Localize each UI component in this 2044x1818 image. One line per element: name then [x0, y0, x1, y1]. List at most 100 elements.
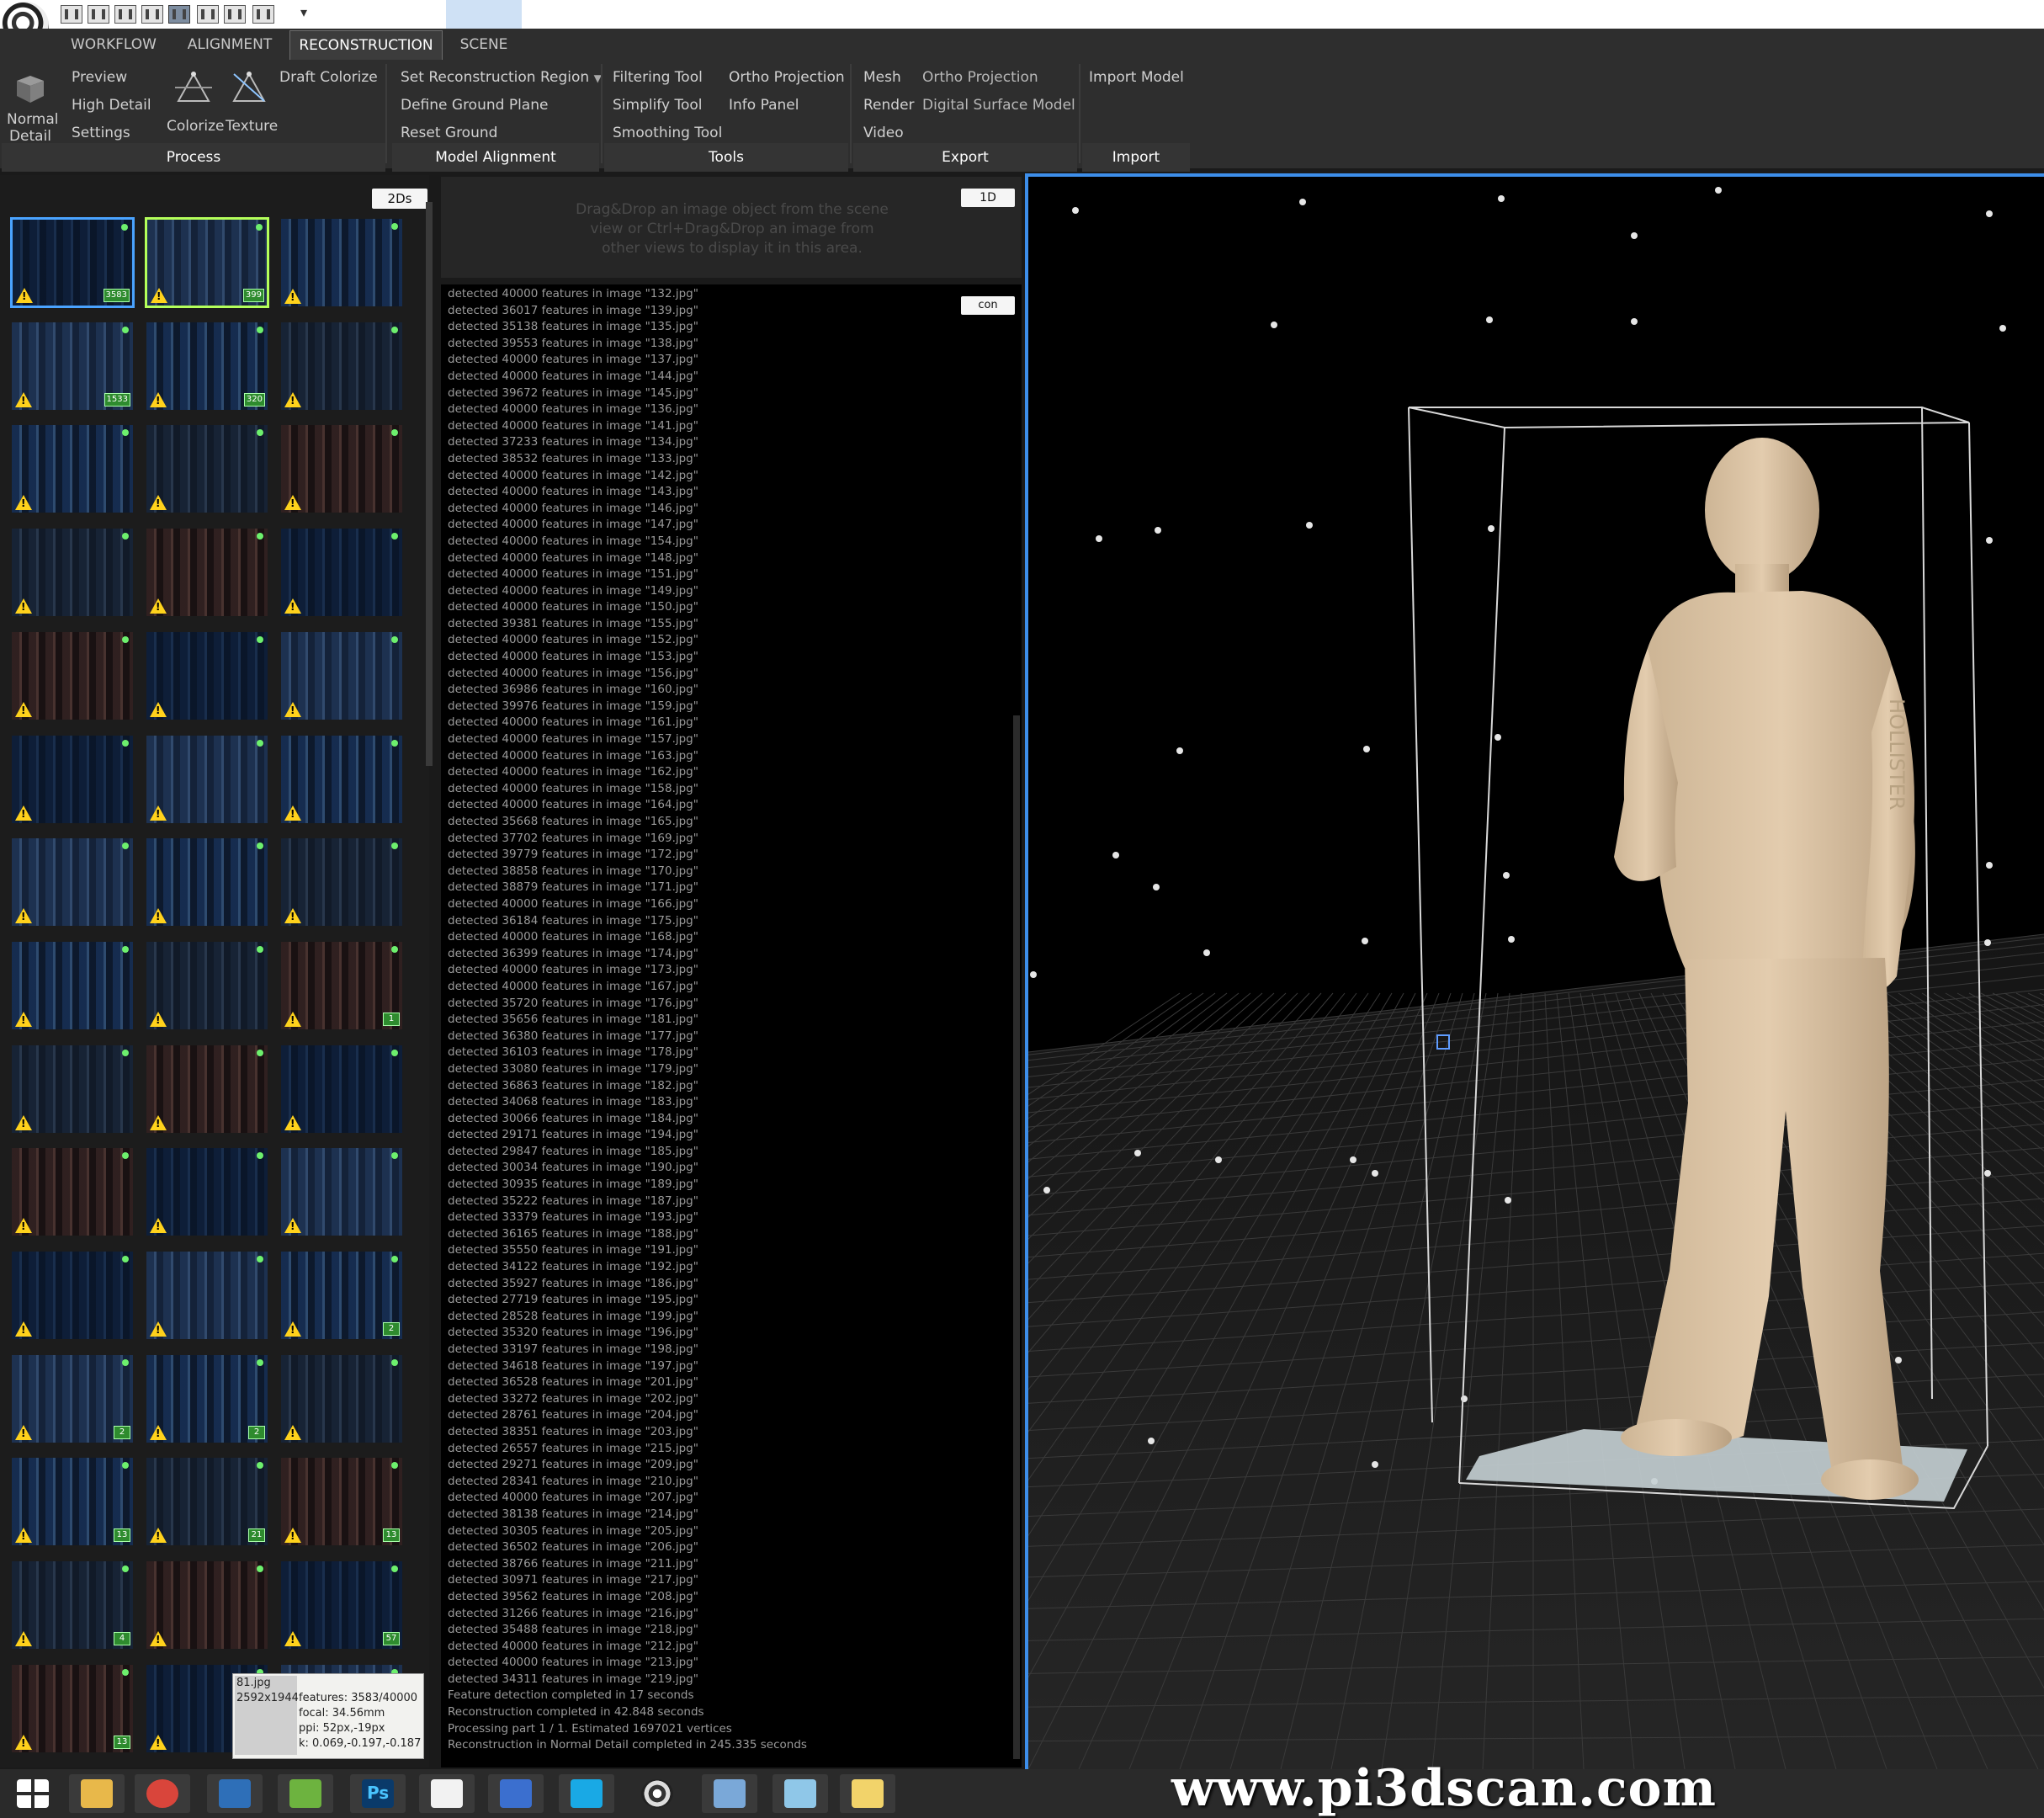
- layout-5-icon[interactable]: [168, 5, 190, 24]
- image-thumbnail[interactable]: [279, 1044, 404, 1135]
- layout-4-icon[interactable]: [141, 5, 163, 24]
- colorize-icon[interactable]: [173, 69, 214, 106]
- image-thumbnail[interactable]: [279, 1353, 404, 1444]
- export-render-button[interactable]: Render: [863, 97, 915, 114]
- chrome-icon[interactable]: [135, 1774, 190, 1813]
- image-thumbnail[interactable]: 1: [279, 940, 404, 1031]
- tab-scene[interactable]: SCENE: [449, 30, 518, 59]
- image-thumbnail[interactable]: 21: [145, 1456, 269, 1547]
- image-thumbnail[interactable]: 4: [10, 1560, 135, 1651]
- layout-1-icon[interactable]: [61, 5, 82, 24]
- console-toggle[interactable]: con: [961, 296, 1015, 315]
- camera-point[interactable]: [1203, 949, 1210, 956]
- layout-6-icon[interactable]: [197, 5, 219, 24]
- layout-8-icon[interactable]: [252, 5, 274, 24]
- image-thumbnail[interactable]: [145, 630, 269, 721]
- image-thumbnail[interactable]: 399: [145, 217, 269, 308]
- image-thumbnail[interactable]: 13: [10, 1663, 135, 1754]
- windows-start-icon[interactable]: [5, 1774, 61, 1813]
- camera-point[interactable]: [1631, 232, 1638, 239]
- image-thumbnail[interactable]: 2: [145, 1353, 269, 1444]
- camera-point[interactable]: [1155, 527, 1161, 534]
- image-thumbnail[interactable]: [279, 423, 404, 514]
- layout-3-icon[interactable]: [114, 5, 136, 24]
- normal-detail-button[interactable]: Normal Detail: [7, 111, 59, 145]
- image-thumbnail[interactable]: [10, 1146, 135, 1237]
- image-thumbnail[interactable]: [279, 1146, 404, 1237]
- console-scrollbar[interactable]: [1013, 715, 1020, 1759]
- image-thumbnail[interactable]: 2: [10, 1353, 135, 1444]
- photoshop-icon[interactable]: Ps: [350, 1774, 406, 1813]
- set-reconstruction-region-button[interactable]: Set Reconstruction Region ▼: [401, 69, 602, 86]
- reset-ground-button[interactable]: Reset Ground: [401, 125, 497, 141]
- image-thumbnail[interactable]: [145, 940, 269, 1031]
- export-video-button[interactable]: Video: [863, 125, 904, 141]
- image-thumbnail[interactable]: [145, 734, 269, 825]
- folder-app-icon[interactable]: [772, 1774, 828, 1813]
- image-thumbnail[interactable]: [145, 1560, 269, 1651]
- camera-point[interactable]: [1372, 1170, 1378, 1177]
- image-thumbnail[interactable]: [10, 1044, 135, 1135]
- image-thumbnail[interactable]: [145, 1044, 269, 1135]
- camera-point[interactable]: [1363, 746, 1370, 752]
- quick-access-dropdown-icon[interactable]: ▾: [297, 3, 311, 22]
- image-thumbnail[interactable]: [279, 321, 404, 412]
- image-thumbnail[interactable]: [145, 1146, 269, 1237]
- texture-button[interactable]: Texture: [226, 118, 278, 135]
- scene-canvas[interactable]: HOLLISTER: [1028, 177, 2044, 1769]
- image-thumbnail[interactable]: 320: [145, 321, 269, 412]
- image-thumbnail[interactable]: [145, 837, 269, 928]
- camera-point[interactable]: [1072, 207, 1079, 214]
- settings-button[interactable]: Settings: [72, 125, 130, 141]
- camera-point[interactable]: [1715, 187, 1722, 194]
- camera-point[interactable]: [1895, 1357, 1902, 1364]
- image-thumbnail[interactable]: [10, 837, 135, 928]
- image-thumbnail[interactable]: 3583: [10, 217, 135, 308]
- normal-detail-icon[interactable]: [13, 74, 47, 104]
- camera-point[interactable]: [1176, 747, 1183, 754]
- camera-point[interactable]: [1299, 199, 1306, 205]
- info-panel-button[interactable]: Info Panel: [729, 97, 799, 114]
- images-2ds-toggle[interactable]: 2Ds: [372, 189, 427, 209]
- camera-point[interactable]: [1505, 1197, 1511, 1204]
- camera-point[interactable]: [1498, 195, 1505, 202]
- camera-point[interactable]: [1984, 939, 1991, 946]
- image-thumbnail[interactable]: [10, 423, 135, 514]
- camera-point[interactable]: [1153, 884, 1160, 890]
- image-thumbnail[interactable]: [145, 423, 269, 514]
- tab-workflow[interactable]: WORKFLOW: [61, 30, 167, 59]
- tools-app-icon[interactable]: [702, 1774, 757, 1813]
- camera-point[interactable]: [1372, 1461, 1378, 1468]
- image-thumbnail[interactable]: [279, 217, 404, 308]
- camera-point[interactable]: [1986, 537, 1993, 544]
- image-thumbnail[interactable]: [10, 940, 135, 1031]
- image-thumbnail[interactable]: [145, 527, 269, 618]
- export-ortho-projection-button[interactable]: Ortho Projection: [922, 69, 1038, 86]
- camera-point[interactable]: [1134, 1150, 1141, 1156]
- image-thumbnail[interactable]: [145, 1250, 269, 1341]
- filtering-tool-button[interactable]: Filtering Tool: [613, 69, 703, 86]
- camera-point[interactable]: [1271, 322, 1277, 328]
- camera-point[interactable]: [1486, 316, 1493, 323]
- camera-point[interactable]: [1306, 522, 1313, 529]
- import-model-button[interactable]: Import Model: [1089, 69, 1184, 86]
- image-thumbnail[interactable]: 2: [279, 1250, 404, 1341]
- view-tab-3d[interactable]: 3D: [446, 0, 522, 29]
- draft-colorize-button[interactable]: Draft Colorize: [279, 69, 378, 86]
- layout-7-icon[interactable]: [224, 5, 246, 24]
- image-thumbnail[interactable]: [10, 630, 135, 721]
- skype-icon[interactable]: [559, 1774, 614, 1813]
- image-thumbnail[interactable]: 13: [279, 1456, 404, 1547]
- 3d-viewport[interactable]: HOLLISTER: [1025, 173, 2044, 1769]
- camera-point[interactable]: [1148, 1438, 1155, 1444]
- green-app-icon[interactable]: [278, 1774, 333, 1813]
- ortho-projection-tool-button[interactable]: Ortho Projection: [729, 69, 845, 86]
- camera-point[interactable]: [1986, 862, 1993, 869]
- simplify-tool-button[interactable]: Simplify Tool: [613, 97, 702, 114]
- image-thumbnail[interactable]: [279, 527, 404, 618]
- image-thumbnail[interactable]: [279, 630, 404, 721]
- view-1d-toggle[interactable]: 1D: [961, 189, 1015, 207]
- file-explorer-icon[interactable]: [69, 1774, 125, 1813]
- layout-2-icon[interactable]: [88, 5, 109, 24]
- image-thumbnail[interactable]: 1533: [10, 321, 135, 412]
